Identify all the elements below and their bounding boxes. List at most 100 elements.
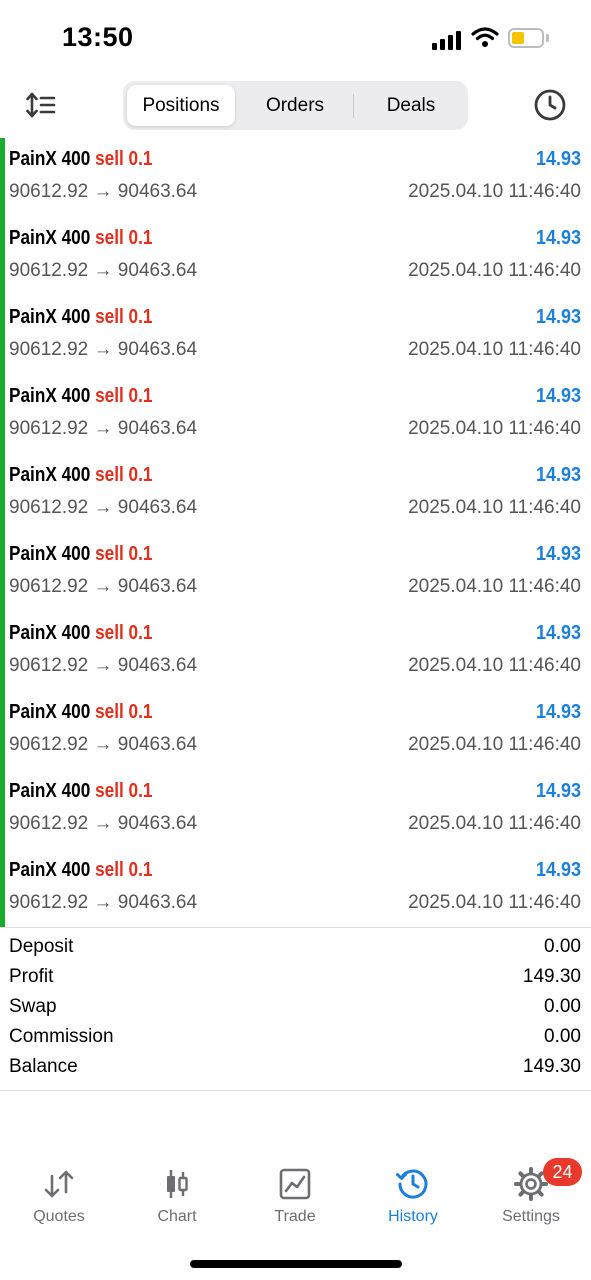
sort-icon <box>26 92 56 118</box>
row-symbol: PainX 400 <box>9 148 91 170</box>
row-symbol-line: PainX 400 sell 0.1 <box>9 701 152 724</box>
row-symbol: PainX 400 <box>9 859 91 881</box>
tab-history[interactable]: History <box>354 1160 472 1230</box>
summary-value: 0.00 <box>544 936 581 957</box>
list-item[interactable]: PainX 400 sell 0.1 14.93 90612.92 → 9046… <box>0 375 591 454</box>
summary-row-commission: Commission 0.00 <box>0 1022 591 1052</box>
list-item[interactable]: PainX 400 sell 0.1 14.93 90612.92 → 9046… <box>0 691 591 770</box>
top-toolbar: Positions Orders Deals <box>0 80 591 132</box>
row-symbol: PainX 400 <box>9 227 91 249</box>
list-item[interactable]: PainX 400 sell 0.1 14.93 90612.92 → 9046… <box>0 849 591 928</box>
tab-deals[interactable]: Deals <box>357 85 465 126</box>
row-time: 2025.04.10 11:46:40 <box>408 418 581 439</box>
row-profit: 14.93 <box>535 148 581 170</box>
row-profit: 14.93 <box>535 543 581 565</box>
row-profit: 14.93 <box>535 859 581 881</box>
row-time: 2025.04.10 11:46:40 <box>408 181 581 202</box>
tab-orders[interactable]: Orders <box>241 85 349 126</box>
row-type: sell <box>95 701 124 723</box>
summary-value: 149.30 <box>522 1056 581 1077</box>
row-prices: 90612.92 → 90463.64 <box>9 576 198 597</box>
trade-chart-icon <box>276 1166 314 1202</box>
row-profit: 14.93 <box>535 385 581 407</box>
row-symbol-line: PainX 400 sell 0.1 <box>9 543 152 566</box>
summary-value: 149.30 <box>522 966 581 987</box>
row-symbol: PainX 400 <box>9 306 91 328</box>
summary-value: 0.00 <box>544 1026 581 1047</box>
row-symbol-line: PainX 400 sell 0.1 <box>9 859 152 882</box>
row-symbol-line: PainX 400 sell 0.1 <box>9 780 152 803</box>
row-volume: 0.1 <box>128 780 153 802</box>
row-time: 2025.04.10 11:46:40 <box>408 497 581 518</box>
summary-bottom-divider <box>0 1090 591 1091</box>
row-symbol-line: PainX 400 sell 0.1 <box>9 464 152 487</box>
settings-notification-badge: 24 <box>543 1158 582 1186</box>
row-profit: 14.93 <box>535 780 581 802</box>
row-symbol-line: PainX 400 sell 0.1 <box>9 385 152 408</box>
row-prices: 90612.92 → 90463.64 <box>9 892 198 913</box>
summary-row-profit: Profit 149.30 <box>0 962 591 992</box>
row-time: 2025.04.10 11:46:40 <box>408 655 581 676</box>
row-time: 2025.04.10 11:46:40 <box>408 813 581 834</box>
row-time: 2025.04.10 11:46:40 <box>408 892 581 913</box>
row-type: sell <box>95 306 124 328</box>
row-type: sell <box>95 227 124 249</box>
clock-icon <box>534 89 566 121</box>
history-clock-icon <box>394 1166 432 1202</box>
tab-chart[interactable]: Chart <box>118 1160 236 1230</box>
row-type: sell <box>95 148 124 170</box>
row-type: sell <box>95 622 124 644</box>
row-volume: 0.1 <box>128 306 153 328</box>
row-time: 2025.04.10 11:46:40 <box>408 260 581 281</box>
row-symbol: PainX 400 <box>9 701 91 723</box>
summary-top-divider <box>0 927 591 928</box>
battery-icon <box>508 28 544 48</box>
row-prices: 90612.92 → 90463.64 <box>9 813 198 834</box>
row-type: sell <box>95 464 124 486</box>
list-item[interactable]: PainX 400 sell 0.1 14.93 90612.92 → 9046… <box>0 217 591 296</box>
deals-list: PainX 400 sell 0.1 14.93 90612.92 → 9046… <box>0 138 591 927</box>
tab-positions[interactable]: Positions <box>127 85 235 126</box>
wifi-icon <box>471 26 499 53</box>
summary-row-deposit: Deposit 0.00 <box>0 932 591 962</box>
period-button[interactable] <box>531 86 569 124</box>
row-symbol: PainX 400 <box>9 385 91 407</box>
row-time: 2025.04.10 11:46:40 <box>408 734 581 755</box>
row-symbol: PainX 400 <box>9 622 91 644</box>
sort-button[interactable] <box>22 88 60 122</box>
row-volume: 0.1 <box>128 701 153 723</box>
list-item[interactable]: PainX 400 sell 0.1 14.93 90612.92 → 9046… <box>0 138 591 217</box>
row-volume: 0.1 <box>128 622 153 644</box>
row-volume: 0.1 <box>128 148 153 170</box>
candlestick-chart-icon <box>158 1166 196 1202</box>
row-volume: 0.1 <box>128 464 153 486</box>
row-volume: 0.1 <box>128 385 153 407</box>
summary-row-swap: Swap 0.00 <box>0 992 591 1022</box>
tab-label: History <box>388 1208 438 1225</box>
summary-label: Deposit <box>9 936 74 957</box>
row-profit: 14.93 <box>535 464 581 486</box>
list-item[interactable]: PainX 400 sell 0.1 14.93 90612.92 → 9046… <box>0 770 591 849</box>
row-prices: 90612.92 → 90463.64 <box>9 181 198 202</box>
row-profit: 14.93 <box>535 227 581 249</box>
row-symbol-line: PainX 400 sell 0.1 <box>9 227 152 250</box>
list-item[interactable]: PainX 400 sell 0.1 14.93 90612.92 → 9046… <box>0 296 591 375</box>
cellular-signal-icon <box>432 30 462 50</box>
bottom-tab-bar: Quotes Chart Trade History Settings <box>0 1160 591 1240</box>
tab-quotes[interactable]: Quotes <box>0 1160 118 1230</box>
row-symbol: PainX 400 <box>9 464 91 486</box>
tab-label: Quotes <box>33 1208 85 1225</box>
row-type: sell <box>95 385 124 407</box>
row-profit: 14.93 <box>535 622 581 644</box>
list-item[interactable]: PainX 400 sell 0.1 14.93 90612.92 → 9046… <box>0 533 591 612</box>
row-time: 2025.04.10 11:46:40 <box>408 576 581 597</box>
tab-trade[interactable]: Trade <box>236 1160 354 1230</box>
tab-label: Settings <box>502 1208 560 1225</box>
row-symbol-line: PainX 400 sell 0.1 <box>9 306 152 329</box>
list-item[interactable]: PainX 400 sell 0.1 14.93 90612.92 → 9046… <box>0 454 591 533</box>
status-time: 13:50 <box>62 22 134 52</box>
row-symbol: PainX 400 <box>9 543 91 565</box>
summary-label: Profit <box>9 966 54 987</box>
tab-label: Chart <box>157 1208 197 1225</box>
list-item[interactable]: PainX 400 sell 0.1 14.93 90612.92 → 9046… <box>0 612 591 691</box>
